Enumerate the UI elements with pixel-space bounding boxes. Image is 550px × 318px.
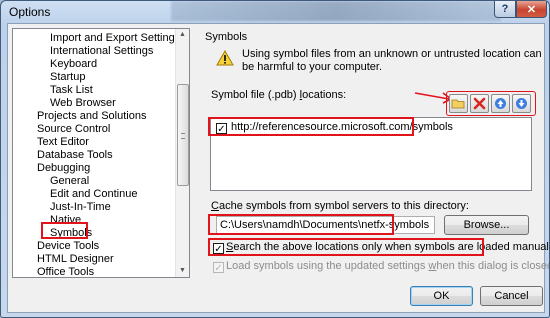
tree-item-import-export[interactable]: Import and Export Settings — [49, 32, 181, 45]
tree-item-source-control[interactable]: Source Control — [36, 123, 111, 136]
location-highlight-box — [208, 117, 414, 136]
tree-item-projects-solutions[interactable]: Projects and Solutions — [36, 110, 147, 123]
tree-item-general[interactable]: General — [49, 175, 90, 188]
tree-item-device-tools[interactable]: Device Tools — [36, 240, 100, 253]
tree-item-just-in-time[interactable]: Just-In-Time — [49, 201, 112, 214]
ok-button[interactable]: OK — [410, 286, 473, 306]
load-symbols-checkbox: ✓ — [213, 262, 224, 274]
options-tree[interactable]: Import and Export Settings International… — [12, 28, 190, 278]
background-window-blur — [171, 1, 501, 21]
locations-label: Symbol file (.pdb) locations: — [211, 89, 347, 101]
load-symbols-label: Load symbols using the updated settings … — [226, 260, 550, 272]
cache-highlight-box — [208, 214, 394, 235]
close-button[interactable]: ✕ — [516, 1, 547, 18]
options-window: Options ? ✕ Import and Export Settings I… — [0, 0, 550, 318]
tree-item-database-tools[interactable]: Database Tools — [36, 149, 114, 162]
symbols-highlight-box — [41, 222, 88, 239]
tree-item-edit-continue[interactable]: Edit and Continue — [49, 188, 138, 201]
tree-item-keyboard[interactable]: Keyboard — [49, 58, 98, 71]
scroll-thumb[interactable] — [177, 84, 189, 186]
tree-item-text-editor[interactable]: Text Editor — [36, 136, 90, 149]
warning-icon — [216, 50, 234, 66]
cache-label: Cache symbols from symbol servers to thi… — [211, 200, 469, 212]
tree-item-office-tools[interactable]: Office Tools — [36, 266, 95, 277]
scroll-up-arrow-icon[interactable]: ▲ — [176, 29, 189, 41]
tree-item-web-browser[interactable]: Web Browser — [49, 97, 117, 110]
tree-item-international[interactable]: International Settings — [49, 45, 154, 58]
scroll-down-arrow-icon[interactable]: ▼ — [176, 265, 189, 277]
tree-item-html-designer[interactable]: HTML Designer — [36, 253, 115, 266]
tree-item-debugging[interactable]: Debugging — [36, 162, 91, 175]
cancel-button[interactable]: Cancel — [480, 286, 543, 306]
search-only-highlight-box — [208, 238, 484, 256]
thumb-grip-icon — [181, 133, 185, 139]
section-title: Symbols — [205, 31, 248, 43]
warning-text: Using symbol files from an unknown or un… — [242, 48, 542, 73]
window-title: Options — [9, 5, 51, 19]
dialog-client-area: Import and Export Settings International… — [7, 23, 549, 313]
browse-button[interactable]: Browse... — [444, 215, 529, 235]
tree-item-task-list[interactable]: Task List — [49, 84, 94, 97]
tree-scrollbar[interactable]: ▲ ▼ — [175, 29, 189, 277]
help-button[interactable]: ? — [494, 1, 516, 18]
toolbar-highlight-box — [446, 91, 536, 116]
tree-item-startup[interactable]: Startup — [49, 71, 86, 84]
